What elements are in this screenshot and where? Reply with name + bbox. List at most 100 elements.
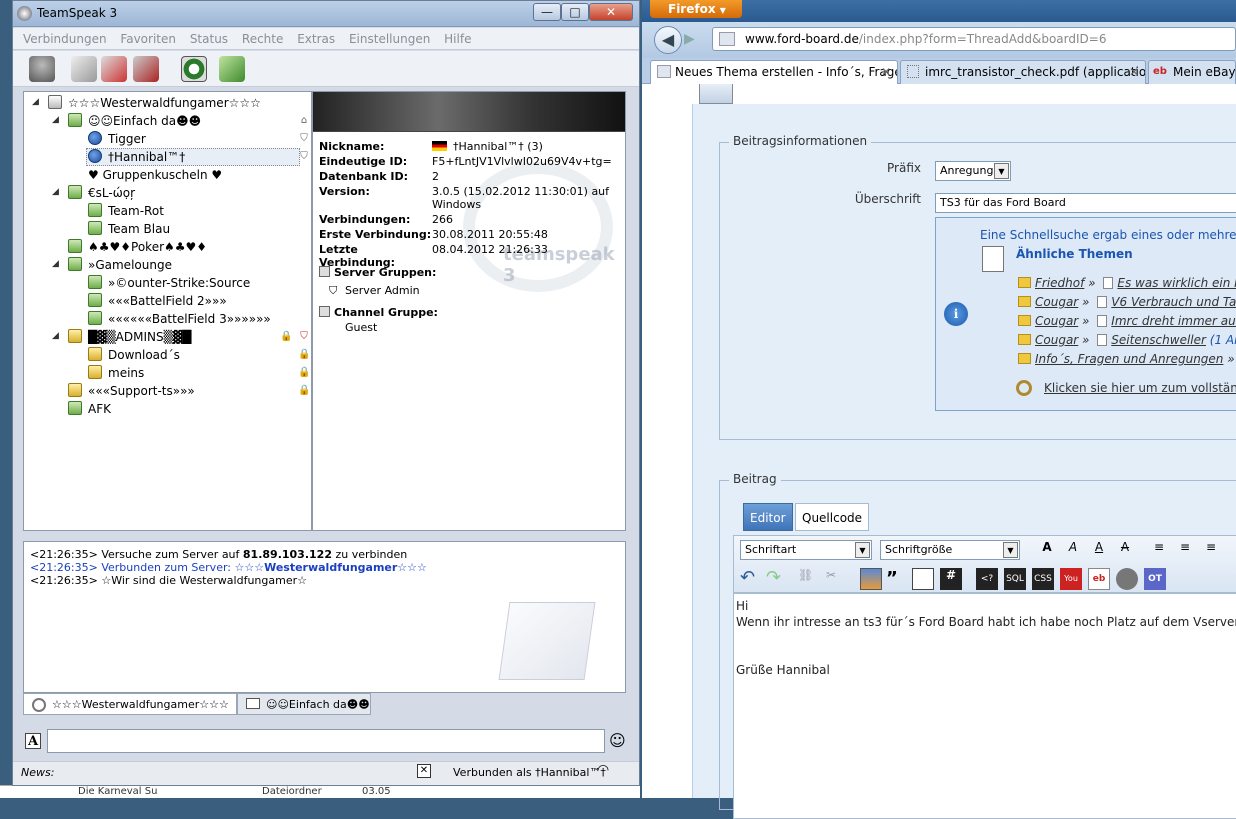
tab-source[interactable]: Quellcode: [795, 503, 870, 531]
browser-tab[interactable]: imrc_transistor_check.pdf (applicatio...…: [900, 60, 1146, 84]
emoticon-icon[interactable]: ☺: [609, 731, 626, 750]
user-settings-icon[interactable]: [219, 56, 245, 82]
close-button[interactable]: ✕: [589, 3, 633, 21]
back-icon[interactable]: ◀: [654, 26, 682, 54]
similar-item[interactable]: Cougar » V6 Verbrauch und Tank: [1018, 294, 1236, 310]
tree-channel[interactable]: €ѕL-ώọŗ: [68, 184, 135, 202]
menu-verbindungen[interactable]: Verbindungen: [23, 32, 107, 46]
editor-textarea[interactable]: Hi Wenn ihr intresse an ts3 für´s Ford B…: [733, 593, 1236, 819]
chat-input[interactable]: [47, 729, 605, 753]
disconnect-icon[interactable]: [101, 56, 127, 82]
title-input[interactable]: TS3 für das Ford Board: [935, 193, 1236, 213]
size-select[interactable]: Schriftgröße ▼: [880, 540, 1020, 560]
browser-tab[interactable]: eb Mein eBay:: [1148, 60, 1236, 84]
tree-channel[interactable]: ««««««BattelField 3»»»»»»: [88, 310, 271, 328]
menu-extras[interactable]: Extras: [297, 32, 335, 46]
offtopic-icon[interactable]: OT: [1144, 568, 1166, 590]
align-center-icon[interactable]: ≡: [1174, 540, 1196, 562]
undo-icon[interactable]: ↶: [740, 568, 762, 590]
expand-arrow-icon[interactable]: ◢: [52, 115, 59, 125]
tab-server-chat[interactable]: ☆☆☆Westerwaldfungamer☆☆☆: [23, 693, 237, 715]
tree-channel[interactable]: ♠♣♥♦Poker♠♣♥♦: [68, 238, 207, 256]
align-right-icon[interactable]: ≡: [1200, 540, 1222, 562]
expand-arrow-icon[interactable]: ◢: [52, 187, 59, 197]
code-icon[interactable]: <?: [976, 568, 998, 590]
similar-item[interactable]: Cougar » Seitenschweller (1 Antw: [1018, 332, 1236, 348]
similar-item[interactable]: Cougar » Imrc dreht immer auf (: [1018, 313, 1236, 329]
full-search-link[interactable]: Klicken sie hier um zum vollständ: [1044, 381, 1236, 395]
chat-log[interactable]: <21:26:35> Versuche zum Server auf 81.89…: [23, 541, 626, 693]
bold-icon[interactable]: A: [1036, 540, 1058, 562]
unlink-icon[interactable]: ✂: [826, 568, 848, 590]
maximize-button[interactable]: □: [561, 3, 589, 21]
tree-channel[interactable]: Team-Rot: [88, 202, 164, 220]
similar-item[interactable]: Info´s, Fragen und Anregungen »: [1018, 351, 1236, 367]
tree-channel[interactable]: █▓▒ADMINS▒▓█: [68, 328, 191, 346]
css-icon[interactable]: CSS: [1032, 568, 1054, 590]
sql-icon[interactable]: SQL: [1004, 568, 1026, 590]
tree-channel[interactable]: »©ounter-Strike:Source: [88, 274, 250, 292]
similar-board-link[interactable]: Friedhof: [1035, 276, 1084, 290]
tab-editor[interactable]: Editor: [743, 503, 793, 531]
tree-channel[interactable]: «««Support-ts»»»: [68, 382, 195, 400]
similar-topic-link[interactable]: Imrc dreht immer auf: [1111, 314, 1236, 328]
tree-channel[interactable]: Team Blau: [88, 220, 170, 238]
url-bar[interactable]: www.ford-board.de/index.php?form=ThreadA…: [712, 27, 1236, 51]
menu-hilfe[interactable]: Hilfe: [444, 32, 471, 46]
close-tab-icon[interactable]: ✕: [1129, 61, 1139, 83]
comment-icon[interactable]: [912, 568, 934, 590]
quote-icon[interactable]: ”: [886, 568, 908, 590]
italic-icon[interactable]: A: [1062, 540, 1084, 562]
youtube-icon[interactable]: You: [1060, 568, 1082, 590]
tree-channel[interactable]: Download´s: [88, 346, 180, 364]
strikethrough-icon[interactable]: A: [1114, 540, 1136, 562]
away-icon[interactable]: [133, 56, 159, 82]
close-tab-icon[interactable]: ✕: [881, 61, 891, 83]
similar-board-link[interactable]: Cougar: [1035, 333, 1078, 347]
menu-status[interactable]: Status: [190, 32, 228, 46]
text-format-icon[interactable]: A: [25, 733, 41, 749]
font-select[interactable]: Schriftart ▼: [740, 540, 872, 560]
firefox-menu-button[interactable]: Firefox ▼: [650, 0, 742, 18]
ebay-icon[interactable]: eb: [1088, 568, 1110, 590]
tab-channel-chat[interactable]: ☺☺Einfach da☻☻: [237, 693, 371, 715]
tree-channel[interactable]: meins: [88, 364, 144, 382]
similar-topic-link[interactable]: Es was wirklich ein Fu: [1117, 276, 1236, 290]
tree-channel[interactable]: »Gamelounge: [68, 256, 172, 274]
menu-favoriten[interactable]: Favoriten: [120, 32, 176, 46]
menu-rechte[interactable]: Rechte: [242, 32, 283, 46]
expand-arrow-icon[interactable]: ◢: [32, 97, 39, 107]
image-icon[interactable]: [860, 568, 882, 590]
eye-view-icon[interactable]: [181, 56, 207, 82]
expand-arrow-icon[interactable]: ◢: [52, 259, 59, 269]
tree-user-selected[interactable]: †Hannibal™†: [88, 148, 185, 166]
bookmark-icon[interactable]: [71, 56, 97, 82]
minimize-button[interactable]: —: [533, 3, 561, 21]
tree-channel[interactable]: ☺☺Einfach da☻☻: [68, 112, 201, 130]
connect-icon[interactable]: [29, 56, 55, 82]
similar-board-link[interactable]: Info´s, Fragen und Anregungen: [1035, 352, 1223, 366]
tree-server[interactable]: ☆☆☆Westerwaldfungamer☆☆☆: [48, 94, 261, 112]
similar-topic-link[interactable]: Seitenschweller: [1111, 333, 1206, 347]
prefix-select[interactable]: Anregung ▼: [935, 161, 1011, 181]
similar-item[interactable]: Friedhof » Es was wirklich ein Fu: [1018, 275, 1236, 291]
flash-icon[interactable]: [1116, 568, 1138, 590]
browser-tab-active[interactable]: Neues Thema erstellen - Info´s, Frage...…: [650, 60, 898, 84]
menu-einstellungen[interactable]: Einstellungen: [349, 32, 430, 46]
tree-channel[interactable]: «««BattelField 2»»»: [88, 292, 227, 310]
tree-user[interactable]: Tigger: [88, 130, 146, 148]
align-left-icon[interactable]: ≡: [1148, 540, 1170, 562]
close-news-icon[interactable]: ✕: [417, 764, 431, 778]
forward-icon[interactable]: ▶: [684, 31, 695, 47]
similar-board-link[interactable]: Cougar: [1035, 295, 1078, 309]
tree-channel[interactable]: AFK: [68, 400, 111, 418]
underline-icon[interactable]: A: [1088, 540, 1110, 562]
redo-icon[interactable]: ↷: [766, 568, 788, 590]
similar-board-link[interactable]: Cougar: [1035, 314, 1078, 328]
expand-arrow-icon[interactable]: ◢: [52, 331, 59, 341]
channel-tree[interactable]: ◢ ☆☆☆Westerwaldfungamer☆☆☆ ◢ ☺☺Einfach d…: [23, 91, 312, 531]
link-icon[interactable]: ⛓: [798, 568, 820, 590]
similar-topic-link[interactable]: V6 Verbrauch und Tank: [1111, 295, 1236, 309]
tree-channel[interactable]: ♥ Gruppenkuscheln ♥: [88, 166, 222, 184]
hash-icon[interactable]: #: [940, 568, 962, 590]
